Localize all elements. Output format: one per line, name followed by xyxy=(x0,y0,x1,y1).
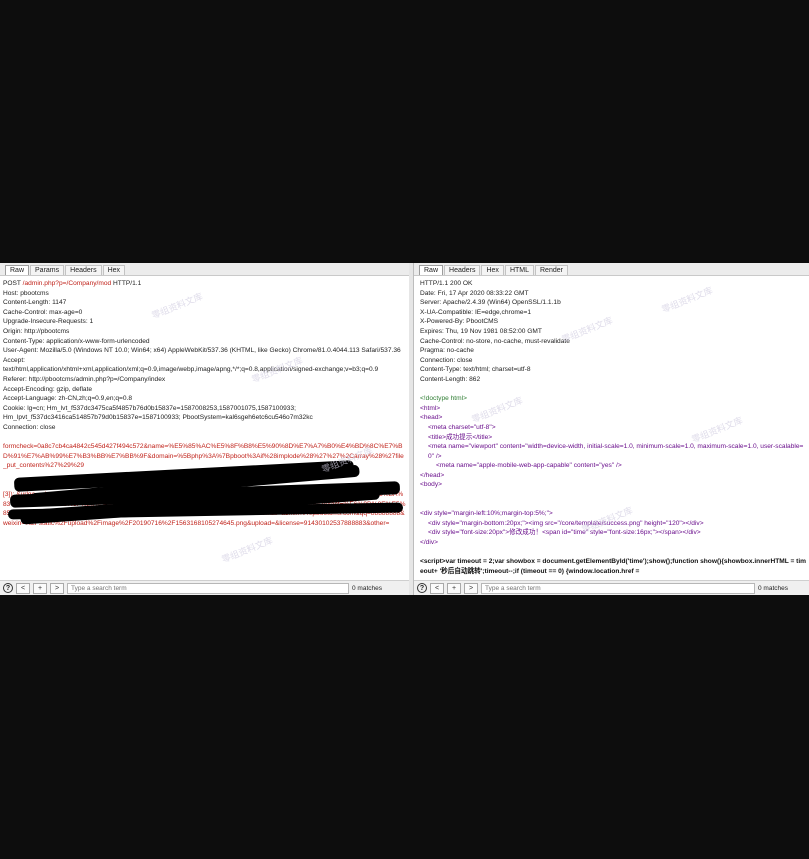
http-message-viewer: Raw Params Headers Hex POST /admin.php?p… xyxy=(0,263,809,595)
response-header-content-length: Content-Length: 862 xyxy=(420,375,481,383)
response-header-connection: Connection: close xyxy=(420,356,473,364)
prev-match-button[interactable]: < xyxy=(430,582,444,594)
html-div-text: <div style="font-size:20px">修改成功！<span i… xyxy=(428,529,701,537)
html-head-close: </head> xyxy=(420,471,445,479)
request-header-host: Host: pbootcms xyxy=(3,289,49,297)
next-match-button[interactable]: > xyxy=(50,582,64,594)
request-header-referer: Referer: http://pbootcms/admin.php?p=/Co… xyxy=(3,375,166,383)
response-header-date: Date: Fri, 17 Apr 2020 08:33:22 GMT xyxy=(420,289,529,297)
next-match-button[interactable]: > xyxy=(464,582,478,594)
response-header-expires: Expires: Thu, 19 Nov 1981 08:52:00 GMT xyxy=(420,327,542,335)
html-meta-apple: <meta name="apple-mobile-web-app-capable… xyxy=(436,462,622,470)
request-pane: Raw Params Headers Hex POST /admin.php?p… xyxy=(0,263,410,595)
response-header-pragma: Pragma: no-cache xyxy=(420,347,474,355)
html-div-img: <div style="margin-bottom:20px;"><img sr… xyxy=(428,519,704,527)
request-search-bar: ? < + > 0 matches xyxy=(0,580,409,595)
request-header-cookie: Cookie: lg=cn; Hm_lvt_f537dc3475ca5f4857… xyxy=(3,404,296,412)
request-search-input[interactable] xyxy=(67,582,349,594)
response-header-x-ua: X-UA-Compatible: IE=edge,chrome=1 xyxy=(420,308,532,316)
html-open: <html> xyxy=(420,404,441,412)
response-search-bar: ? < + > 0 matches xyxy=(414,580,809,595)
request-header-accept-language: Accept-Language: zh-CN,zh;q=0.9,en;q=0.8 xyxy=(3,395,133,403)
response-tab-hex[interactable]: Hex xyxy=(481,265,504,275)
response-tabs: Raw Headers Hex HTML Render xyxy=(414,263,809,276)
request-header-accept-encoding: Accept-Encoding: gzip, deflate xyxy=(3,385,93,393)
response-search-input[interactable] xyxy=(481,582,755,594)
request-header-upgrade: Upgrade-Insecure-Requests: 1 xyxy=(3,318,94,326)
response-header-cache-control: Cache-Control: no-store, no-cache, must-… xyxy=(420,337,570,345)
request-tab-params[interactable]: Params xyxy=(30,265,65,275)
request-header-accept: Accept: xyxy=(3,356,25,364)
request-line: POST /admin.php?p=/Company/mod HTTP/1.1 xyxy=(3,280,142,287)
request-tab-headers[interactable]: Headers xyxy=(65,265,102,275)
help-icon[interactable]: ? xyxy=(417,583,427,593)
response-viewer[interactable]: HTTP/1.1 200 OK Date: Fri, 17 Apr 2020 0… xyxy=(414,276,809,579)
html-div-open: <div style="margin-left:10%;margin-top:5… xyxy=(420,510,553,518)
response-pane: Raw Headers Hex HTML Render HTTP/1.1 200… xyxy=(413,263,809,595)
html-meta-charset: <meta charset="utf-8"> xyxy=(428,423,496,431)
help-icon[interactable]: ? xyxy=(3,583,13,593)
add-button[interactable]: + xyxy=(33,582,47,594)
response-tab-headers[interactable]: Headers xyxy=(444,265,481,275)
request-path: /admin.php?p=/Company/mod xyxy=(22,280,112,287)
response-header-server: Server: Apache/2.4.39 (Win64) OpenSSL/1.… xyxy=(420,299,561,307)
request-tab-raw[interactable]: Raw xyxy=(5,265,30,275)
request-header-user-agent: User-Agent: Mozilla/5.0 (Windows NT 10.0… xyxy=(3,347,401,355)
response-tab-render[interactable]: Render xyxy=(535,265,568,275)
add-button[interactable]: + xyxy=(447,582,461,594)
request-header-content-length: Content-Length: 1147 xyxy=(3,299,67,307)
response-tab-html[interactable]: HTML xyxy=(504,265,534,275)
request-editor[interactable]: POST /admin.php?p=/Company/mod HTTP/1.1 … xyxy=(0,276,409,579)
html-div-close: </div> xyxy=(420,539,438,547)
response-header-content-type: Content-Type: text/html; charset=utf-8 xyxy=(420,366,531,374)
request-header-cache-control: Cache-Control: max-age=0 xyxy=(3,308,83,316)
request-tabs: Raw Params Headers Hex xyxy=(0,263,409,276)
response-status-line: HTTP/1.1 200 OK xyxy=(420,280,473,287)
response-header-x-powered-by: X-Powered-By: PbootCMS xyxy=(420,318,499,326)
request-tab-hex[interactable]: Hex xyxy=(102,265,126,275)
html-body-open: <body> xyxy=(420,481,442,489)
html-doctype: <!doctype html> xyxy=(420,395,467,403)
html-head-open: <head> xyxy=(420,414,443,422)
prev-match-button[interactable]: < xyxy=(16,582,30,594)
request-header-cookie-cont: Hm_lpvt_f537dc3416ca514857b79d0b15837e=1… xyxy=(3,414,313,422)
html-script: <script>var timeout = 2;var showbox = do… xyxy=(420,558,807,575)
response-match-count: 0 matches xyxy=(758,584,788,592)
response-tab-raw[interactable]: Raw xyxy=(419,265,444,275)
html-title: <title>成功提示</title> xyxy=(428,433,493,441)
request-header-accept-value: text/html,application/xhtml+xml,applicat… xyxy=(3,366,379,374)
request-match-count: 0 matches xyxy=(352,584,382,592)
request-header-origin: Origin: http://pbootcms xyxy=(3,327,70,335)
html-meta-viewport: <meta name="viewport" content="width=dev… xyxy=(428,443,804,460)
request-header-connection: Connection: close xyxy=(3,423,56,431)
request-header-content-type: Content-Type: application/x-www-form-url… xyxy=(3,337,150,345)
